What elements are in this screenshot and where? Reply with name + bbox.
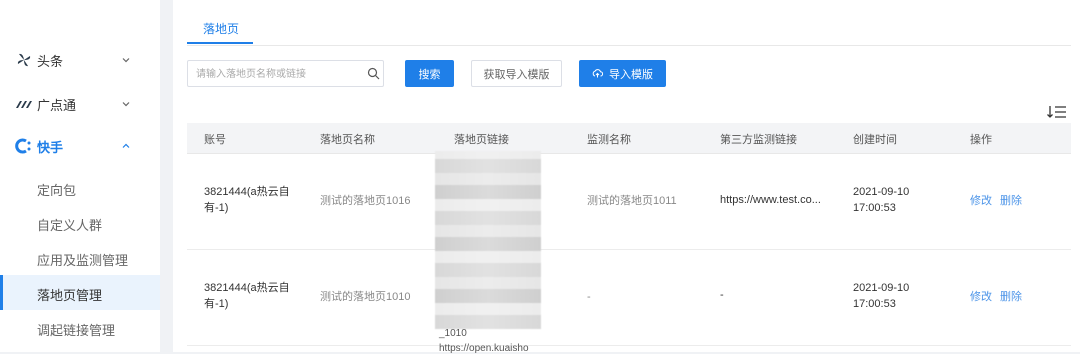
column-header-third-party-link: 第三方监测链接 (720, 134, 797, 146)
sidebar-group-label: 快手 (37, 140, 64, 155)
sidebar-group-guangdiantong[interactable]: 广点通 (0, 84, 160, 124)
sidebar-item-label: 落地页管理 (37, 288, 103, 303)
landing-page-table: 账号 落地页名称 落地页链接 监测名称 第三方监测链接 创建时间 操作 3821… (187, 123, 1071, 352)
redacted-page-link (435, 151, 541, 329)
cloud-upload-icon (592, 69, 603, 78)
kuaishou-logo-icon (15, 138, 31, 154)
column-header-actions: 操作 (970, 134, 992, 146)
import-template-button[interactable]: 导入模版 (579, 60, 666, 87)
search-input[interactable] (196, 65, 356, 83)
guangdiantong-logo-icon (16, 101, 32, 108)
column-header-monitor-name: 监测名称 (587, 134, 631, 146)
edit-link[interactable]: 修改 (970, 289, 992, 305)
table-row: 3821444(a热云自有-1) 测试的落地页1016 测试的落地页1011 h… (187, 154, 1071, 250)
table-row: 3821444(a热云自有-1) 测试的落地页1010 - - 2021-09-… (187, 250, 1071, 346)
search-button[interactable]: 搜索 (405, 60, 454, 87)
cell-monitor-name: 测试的落地页1011 (587, 195, 677, 207)
sidebar-item-label: 自定义人群 (37, 218, 103, 233)
edit-link[interactable]: 修改 (970, 193, 992, 209)
cell-created-at: 2021-09-10 17:00:53 (853, 186, 910, 214)
sidebar-group-toutiao[interactable]: 头条 (0, 40, 160, 80)
sidebar-item-deeplink-management[interactable]: 调起链接管理 (0, 310, 160, 345)
column-header-page-link: 落地页链接 (454, 134, 509, 146)
cell-account: 3821444(a热云自有-1) (204, 282, 290, 310)
cell-monitor-name: - (587, 291, 591, 303)
table-header: 账号 落地页名称 落地页链接 监测名称 第三方监测链接 创建时间 操作 (187, 123, 1071, 154)
cell-third-party-link: - (720, 289, 724, 301)
tab-bar: 落地页 (187, 0, 1071, 46)
sidebar-item-label: 应用及监测管理 (37, 253, 129, 268)
column-header-page-name: 落地页名称 (320, 134, 375, 146)
delete-link[interactable]: 删除 (1000, 289, 1022, 305)
cell-third-party-link: https://www.test.co... (720, 194, 821, 206)
tab-landing-page[interactable]: 落地页 (187, 20, 255, 44)
sidebar-group-kuaishou[interactable]: 快手 (0, 126, 160, 166)
import-template-label: 导入模版 (609, 68, 653, 81)
tab-active-indicator (187, 42, 253, 44)
main-panel: 落地页 搜索 获取导入模版 导入模版 账号 落地页名称 落地页链接 监测名称 第… (173, 0, 1080, 354)
toutiao-pinwheel-icon (17, 53, 31, 67)
sidebar-group-label: 广点通 (37, 98, 77, 113)
sidebar-item-landing-page-management[interactable]: 落地页管理 (0, 275, 160, 310)
sidebar: 头条 广点通 快手 定向包 自定义人群 应用及监测管理 落地页管理 调起链接管理 (0, 0, 160, 352)
cell-account: 3821444(a热云自有-1) (204, 186, 290, 214)
sidebar-group-label: 头条 (37, 54, 64, 69)
sidebar-item-app-monitoring[interactable]: 应用及监测管理 (0, 240, 160, 275)
cell-page-name: 测试的落地页1016 (320, 195, 411, 207)
chevron-up-icon (122, 143, 130, 148)
sidebar-item-custom-audience[interactable]: 自定义人群 (0, 205, 160, 240)
cell-page-name: 测试的落地页1010 (320, 291, 411, 303)
sidebar-item-label: 定向包 (37, 183, 77, 198)
sidebar-item-label: 调起链接管理 (37, 323, 116, 338)
page-link-tail: https://open.kuaisho (439, 343, 529, 354)
column-header-created-at: 创建时间 (853, 134, 897, 146)
fetch-template-button[interactable]: 获取导入模版 (471, 60, 562, 87)
delete-link[interactable]: 删除 (1000, 193, 1022, 209)
cell-created-at: 2021-09-10 17:00:53 (853, 282, 910, 310)
sort-icon[interactable] (1046, 103, 1068, 121)
search-icon[interactable] (367, 67, 380, 80)
search-box (187, 60, 384, 87)
chevron-down-icon (122, 58, 130, 63)
sidebar-item-targeting-package[interactable]: 定向包 (0, 170, 160, 205)
chevron-down-icon (122, 102, 130, 107)
column-header-account: 账号 (204, 134, 226, 146)
page-link-tail: _1010 (439, 328, 467, 339)
